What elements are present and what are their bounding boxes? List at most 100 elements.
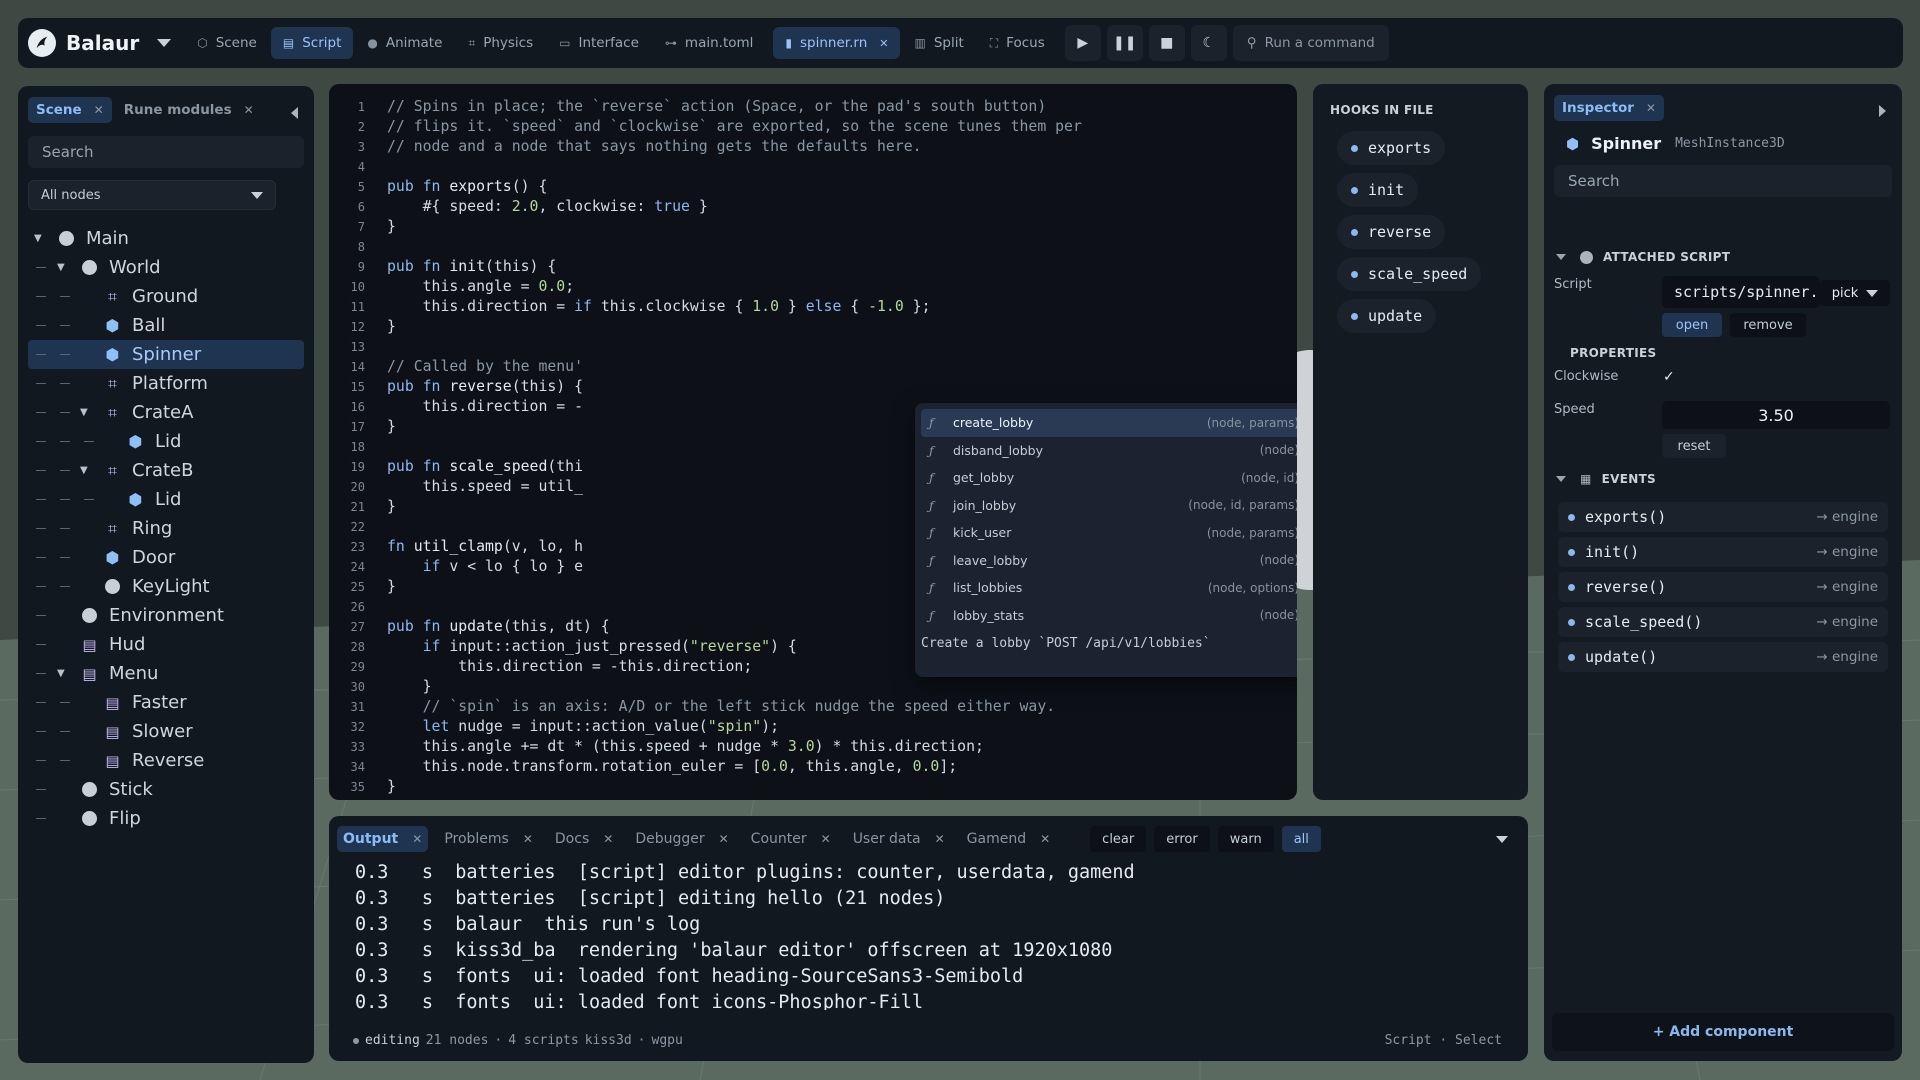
- chevron-down-icon[interactable]: [1496, 835, 1508, 843]
- filter-clear-button[interactable]: clear: [1090, 826, 1147, 852]
- tree-item-flip[interactable]: Flip: [18, 804, 314, 833]
- code-line[interactable]: 8: [329, 237, 1297, 257]
- tab-gamend[interactable]: Gamend ✕: [961, 826, 1057, 852]
- open-script-button[interactable]: open: [1662, 313, 1722, 337]
- tab-inspector[interactable]: Inspector ✕: [1554, 95, 1664, 121]
- code-line[interactable]: 32 let nudge = input::action_value("spin…: [329, 717, 1297, 737]
- code-line[interactable]: 9 pub fn init(this) {: [329, 257, 1297, 277]
- close-icon[interactable]: ✕: [935, 832, 945, 846]
- filter-error-button[interactable]: error: [1154, 826, 1210, 852]
- pick-script-button[interactable]: pick: [1820, 280, 1890, 306]
- script-path-field[interactable]: scripts/spinner.: [1662, 276, 1820, 308]
- tree-item-hud[interactable]: ▤ Hud: [18, 630, 314, 659]
- tab-script[interactable]: ▤ Script: [270, 27, 354, 59]
- code-line[interactable]: 31 // `spin` is an axis: A/D or the left…: [329, 697, 1297, 717]
- tree-item-ball[interactable]: ⬢ Ball: [18, 311, 314, 340]
- expand-toggle-icon[interactable]: ▼: [57, 668, 65, 679]
- tab-rune-modules[interactable]: Rune modules ✕: [116, 97, 262, 123]
- hook-update[interactable]: update: [1337, 299, 1437, 333]
- tree-item-cratea[interactable]: ▼ ⌗ CrateA: [18, 398, 314, 427]
- tree-item-lid[interactable]: ⬢ Lid: [18, 427, 314, 456]
- tab-interface[interactable]: ▭ Interface: [547, 27, 651, 59]
- hook-exports[interactable]: exports: [1337, 131, 1446, 165]
- expand-toggle-icon[interactable]: ▼: [80, 407, 88, 418]
- theme-toggle-button[interactable]: ☾: [1190, 25, 1227, 61]
- node-filter-select[interactable]: All nodes: [28, 180, 276, 210]
- stop-button[interactable]: ■: [1148, 25, 1185, 61]
- tree-item-reverse[interactable]: ▤ Reverse: [18, 746, 314, 775]
- tree-item-ring[interactable]: ⌗ Ring: [18, 514, 314, 543]
- attached-script-section[interactable]: ATTACHED SCRIPT: [1556, 250, 1730, 264]
- close-icon[interactable]: ✕: [94, 103, 104, 117]
- tab-user-data[interactable]: User data ✕: [847, 826, 951, 852]
- event-row[interactable]: update() → engine: [1558, 642, 1888, 672]
- filter-warn-button[interactable]: warn: [1217, 826, 1274, 852]
- tab-physics[interactable]: ⌗ Physics: [456, 27, 545, 59]
- tree-item-stick[interactable]: Stick: [18, 775, 314, 804]
- tree-item-faster[interactable]: ▤ Faster: [18, 688, 314, 717]
- event-row[interactable]: exports() → engine: [1558, 502, 1888, 532]
- event-row[interactable]: reverse() → engine: [1558, 572, 1888, 602]
- tree-item-world[interactable]: ▼ World: [18, 253, 314, 282]
- app-menu-caret-icon[interactable]: [157, 39, 172, 47]
- close-icon[interactable]: ✕: [1040, 832, 1050, 846]
- code-line[interactable]: 6 #{ speed: 2.0, clockwise: true }: [329, 197, 1297, 217]
- expand-toggle-icon[interactable]: ▼: [80, 465, 88, 476]
- inspector-search-input[interactable]: Search: [1554, 165, 1892, 197]
- scene-search-input[interactable]: Search: [28, 136, 304, 168]
- expand-toggle-icon[interactable]: ▼: [57, 262, 65, 273]
- code-line[interactable]: 10 this.angle = 0.0;: [329, 277, 1297, 297]
- tab-main-toml[interactable]: ⊶ main.toml: [653, 27, 765, 59]
- tab-animate[interactable]: ● Animate: [355, 27, 454, 59]
- close-icon[interactable]: ✕: [1646, 101, 1656, 115]
- tab-problems[interactable]: Problems ✕: [438, 826, 539, 852]
- close-icon[interactable]: ✕: [244, 103, 254, 117]
- collapse-panel-icon[interactable]: [291, 107, 298, 119]
- autocomplete-item[interactable]: ƒ join_lobby (node, id, params): [921, 492, 1297, 520]
- tab-counter[interactable]: Counter ✕: [745, 826, 837, 852]
- code-line[interactable]: 30 }: [329, 677, 1297, 697]
- code-line[interactable]: 1 // Spins in place; the `reverse` action…: [329, 97, 1297, 117]
- expand-panel-icon[interactable]: [1879, 105, 1886, 117]
- code-line[interactable]: 14 // Called by the menu': [329, 357, 1297, 377]
- close-icon[interactable]: ✕: [719, 832, 729, 846]
- command-palette-button[interactable]: ⚲ Run a command: [1232, 25, 1389, 61]
- tree-item-menu[interactable]: ▼ ▤ Menu: [18, 659, 314, 688]
- hook-scale-speed[interactable]: scale_speed: [1337, 257, 1482, 291]
- code-line[interactable]: 13: [329, 337, 1297, 357]
- autocomplete-item[interactable]: ƒ lobby_stats (node): [921, 602, 1297, 630]
- tree-item-environment[interactable]: Environment: [18, 601, 314, 630]
- clockwise-checkbox[interactable]: ✓: [1663, 369, 1675, 385]
- add-component-button[interactable]: + Add component: [1552, 1013, 1894, 1051]
- code-editor[interactable]: 1 // Spins in place; the `reverse` action…: [329, 84, 1297, 800]
- tree-item-keylight[interactable]: KeyLight: [18, 572, 314, 601]
- autocomplete-item[interactable]: ƒ list_lobbies (node, options): [921, 574, 1297, 602]
- tree-item-lid[interactable]: ⬢ Lid: [18, 485, 314, 514]
- autocomplete-item[interactable]: ƒ kick_user (node, params): [921, 519, 1297, 547]
- split-button[interactable]: ▥ Split: [902, 27, 975, 59]
- code-line[interactable]: 5 pub fn exports() {: [329, 177, 1297, 197]
- remove-script-button[interactable]: remove: [1730, 313, 1806, 337]
- tab-output[interactable]: Output ✕: [337, 826, 429, 852]
- tab-file-spinner[interactable]: ▮ spinner.rn ✕: [773, 27, 901, 59]
- pause-button[interactable]: ❚❚: [1106, 25, 1143, 61]
- close-icon[interactable]: ✕: [412, 832, 422, 846]
- tree-item-crateb[interactable]: ▼ ⌗ CrateB: [18, 456, 314, 485]
- close-icon[interactable]: ✕: [603, 832, 613, 846]
- hook-init[interactable]: init: [1337, 173, 1419, 207]
- expand-toggle-icon[interactable]: ▼: [34, 233, 42, 244]
- event-row[interactable]: scale_speed() → engine: [1558, 607, 1888, 637]
- close-icon[interactable]: ✕: [821, 832, 831, 846]
- speed-input[interactable]: 3.50: [1662, 401, 1890, 429]
- tree-item-slower[interactable]: ▤ Slower: [18, 717, 314, 746]
- reset-speed-button[interactable]: reset: [1662, 434, 1726, 458]
- autocomplete-item[interactable]: ƒ leave_lobby (node): [921, 547, 1297, 575]
- autocomplete-item[interactable]: ƒ create_lobby (node, params): [921, 409, 1297, 437]
- filter-all-button[interactable]: all: [1281, 826, 1321, 852]
- tree-item-platform[interactable]: ⌗ Platform: [18, 369, 314, 398]
- event-row[interactable]: init() → engine: [1558, 537, 1888, 567]
- code-line[interactable]: 33 this.angle += dt * (this.speed + nudg…: [329, 737, 1297, 757]
- focus-button[interactable]: ⛶ Focus: [978, 27, 1057, 59]
- code-line[interactable]: 3 // node and a node that says nothing ge…: [329, 137, 1297, 157]
- tab-debugger[interactable]: Debugger ✕: [629, 826, 734, 852]
